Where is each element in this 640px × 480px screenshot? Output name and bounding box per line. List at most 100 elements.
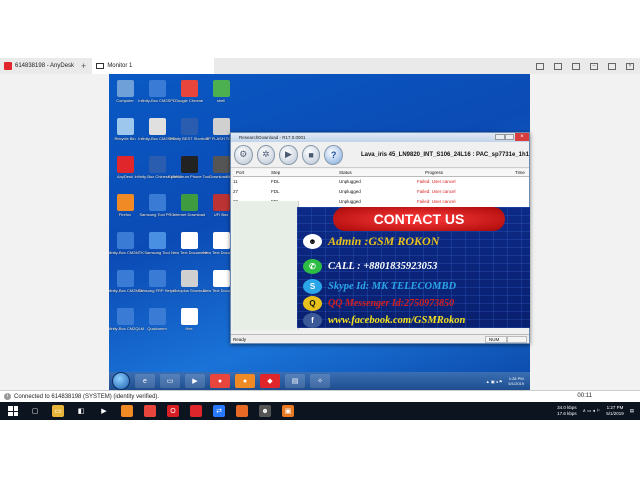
chat-icon[interactable] [554,62,562,70]
samsung-tool-icon [148,194,166,211]
research-download-titlebar[interactable]: ResearchDownload - R17.0.0001 × [231,133,529,142]
teamviewer-icon[interactable]: ⇄ [213,405,225,417]
media-icon[interactable]: ▶ [98,405,110,417]
ufi-icon [212,194,230,211]
infinity-box-icon [148,118,166,135]
desktop-icon[interactable]: Spreadtrum Phone Tool [168,156,210,179]
desktop-icon[interactable]: Samsung Tool PRO [139,194,175,217]
desktop-icon[interactable]: shell [205,80,237,103]
table-row[interactable]: 11 FDL Unplugged Failed: User cancel [233,177,529,187]
display-icon[interactable] [536,62,544,70]
desktop-icon-label: AnyDesk [116,174,133,179]
info-icon: i [4,393,11,400]
tray-icons: ▲ ▣ ◂ ⚑ [485,378,503,384]
desktop-icon[interactable]: Samsung Tool [141,232,173,255]
help-button[interactable]: ? [324,144,343,165]
research-download-title: ResearchDownload - R17.0.0001 [239,135,306,140]
opera-icon[interactable]: O [167,405,179,417]
lock-icon [148,270,166,287]
monitor-tab[interactable]: Monitor 1 [92,58,215,74]
desktop-icon[interactable]: Internet Download [173,194,205,217]
session-tab-label: 614838198 - AnyDesk [15,63,75,69]
task-view-icon[interactable]: ▢ [29,405,41,417]
store-icon[interactable]: ◧ [75,405,87,417]
explorer-icon[interactable]: ▭ [52,405,64,417]
desktop-icon-label: Infinity-Box CM2SPD [138,98,176,103]
tool-taskbar-icon[interactable]: ✧ [310,374,330,388]
desktop-icon-label: Internet Download [172,212,206,217]
windows-start-icon[interactable] [8,406,18,416]
anydesk-icon[interactable]: ◆ [260,374,280,388]
remote-clock[interactable]: 1:28 PM 5/1/2019 [508,376,524,386]
load-packet-button[interactable]: ⚙ [234,144,253,165]
close-icon[interactable]: × [626,62,634,70]
firefox-icon[interactable]: ● [235,374,255,388]
maximize-icon[interactable] [608,62,616,70]
ie-icon[interactable]: e [135,374,155,388]
column-header[interactable]: Progress [377,169,505,176]
close-icon[interactable]: × [515,133,529,141]
start-button[interactable] [112,372,130,390]
desktop-icon[interactable]: Firefox [109,194,141,217]
media-player-icon[interactable]: ▶ [185,374,205,388]
desktop-icon[interactable]: Google Chrome [173,80,205,103]
add-tab-button[interactable]: + [81,61,86,71]
settings-icon: ✲ [262,149,270,159]
desktop-icon[interactable]: Qualcomm [141,308,173,331]
monitor-icon [96,63,105,69]
chrome-icon[interactable]: ● [210,374,230,388]
desktop-icon-label: Samsung FRP Helper [137,288,177,293]
computer-icon [116,80,134,97]
desktop-icon-label: Spreadtrum Phone Tool [168,174,210,179]
folder-icon[interactable]: ▭ [160,374,180,388]
minimize-icon[interactable]: – [590,62,598,70]
notifications-icon[interactable]: ▤ [630,408,634,414]
table-cell-port: 11 [233,179,238,184]
firefox-icon[interactable] [236,405,248,417]
desktop-icon[interactable]: Infinity-Box CM2MTK [109,232,144,255]
stop-button[interactable]: ■ [301,144,321,165]
firefox-icon[interactable] [121,405,133,417]
table-header: Port Step Status Progress Time [233,169,529,177]
desktop-icon-label: Computer [116,98,134,103]
app-icon[interactable]: ▣ [282,405,294,417]
app-icon[interactable]: ☻ [259,405,271,417]
desktop-icon-label: Infinity-Box CM2MTK [109,250,144,255]
desktop-icon[interactable]: Samsung FRP Helper [138,270,176,293]
desktop-icon[interactable]: Infinity-Box CM2MTK [109,270,144,293]
maximize-icon[interactable] [505,134,514,140]
column-header[interactable]: Step [253,169,313,176]
desktop-icon[interactable]: Recycle Bin [109,118,141,141]
desktop-icon[interactable]: Hex [173,308,205,331]
desktop-icon[interactable]: Infinity-Box CM2SPD [138,80,176,103]
remote-tray: ▲ ▣ ◂ ⚑ 1:28 PM 5/1/2019 [486,372,524,390]
desktop-icon-label: Samsung Tool PRO [139,212,175,217]
table-cell-step: FDL [271,179,280,184]
desktop-icon[interactable]: Infinity BEST Shortcut [169,118,209,141]
start-button[interactable]: ▶ [279,144,298,165]
table-row[interactable]: 27 FDL Unplugged Failed: User cancel [233,187,529,197]
column-header[interactable]: Time [505,169,529,176]
column-header[interactable]: Port [233,169,253,176]
actions-icon[interactable] [572,62,580,70]
session-tab[interactable]: 614838198 - AnyDesk + [0,58,90,74]
table-cell-status: Unplugged [339,189,361,194]
help-icon: ? [330,149,337,160]
desktop-icon[interactable]: Octoplus Shortcut [173,270,205,293]
desktop-icon[interactable]: New Text Document [171,232,207,255]
minimize-icon[interactable] [495,134,505,140]
anydesk-icon[interactable] [190,405,202,417]
remote-taskbar: e ▭ ▶ ● ● ◆ ▤ ✧ ▲ ▣ ◂ ⚑ 1:28 PM 5/1/2019 [109,372,530,390]
research-download-taskbar-icon[interactable]: ▤ [285,374,305,388]
settings-button[interactable]: ✲ [256,144,276,165]
desktop-icon[interactable]: Infinity-Box CM2QLM [109,308,144,331]
column-header[interactable]: Status [313,169,377,176]
local-taskbar: ▢ ▭ ◧ ▶ O ⇄ ☻ ▣ 34.0 kbps 17.6 kbps ∧ ▭ … [0,402,640,420]
facebook-icon: f [303,313,322,328]
chrome-icon[interactable] [144,405,156,417]
desktop-icon[interactable]: Computer [109,80,141,103]
local-clock[interactable]: 1:27 PM 5/1/2019 [606,405,624,417]
octoplus-icon [180,270,198,287]
desktop-icon-label: Google Chrome [174,98,204,103]
status-blank [507,336,527,343]
